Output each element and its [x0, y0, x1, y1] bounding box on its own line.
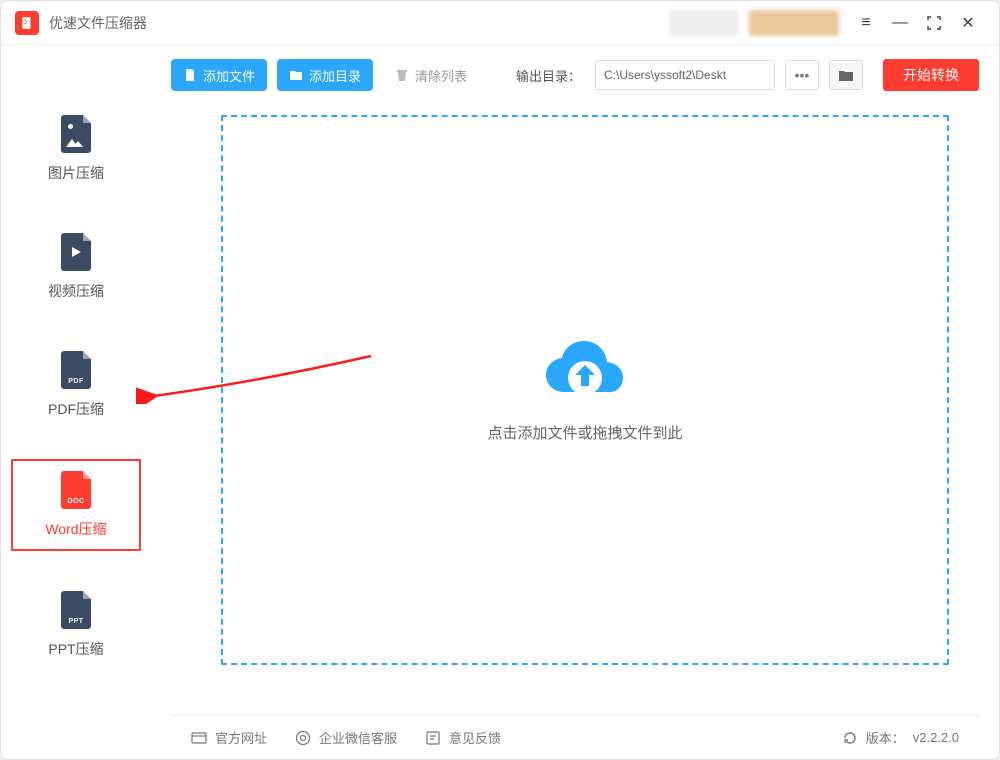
maximize-icon[interactable]: [917, 6, 951, 40]
button-label: 开始转换: [903, 65, 959, 85]
video-file-icon: [61, 233, 91, 271]
file-icon: [183, 68, 197, 82]
output-dir-label: 输出目录：: [516, 66, 581, 85]
footer: 官方网址 企业微信客服 意见反馈 版本： v2.2.2.0: [171, 715, 979, 759]
sidebar: 图片压缩 视频压缩 PDF PDF压缩 DOC Word压缩 PPT PPT压缩: [1, 45, 151, 759]
app-icon: [15, 11, 39, 35]
sidebar-item-label: Word压缩: [45, 519, 106, 539]
minimize-icon[interactable]: —: [883, 6, 917, 40]
toolbar: 添加文件 添加目录 清除列表 输出目录： ••• 开始转换: [171, 45, 979, 105]
doc-file-icon: DOC: [61, 471, 91, 509]
sidebar-item-pdf[interactable]: PDF PDF压缩: [11, 341, 141, 429]
more-button[interactable]: •••: [785, 60, 819, 90]
dropzone[interactable]: 点击添加文件或拖拽文件到此: [221, 115, 949, 665]
sidebar-item-video[interactable]: 视频压缩: [11, 223, 141, 311]
version-label: 版本：: [866, 728, 905, 747]
folder-open-icon: [838, 68, 854, 82]
footer-label: 官方网址: [215, 728, 267, 747]
clear-list-button[interactable]: 清除列表: [383, 59, 479, 91]
user-area-2: [749, 10, 839, 36]
cloud-upload-icon: [542, 338, 628, 402]
user-area-1: [669, 10, 739, 36]
footer-feedback-link[interactable]: 意见反馈: [425, 728, 501, 747]
app-title: 优速文件压缩器: [49, 13, 147, 33]
image-file-icon: [61, 115, 91, 153]
button-label: 清除列表: [415, 66, 467, 85]
footer-label: 企业微信客服: [319, 728, 397, 747]
footer-version[interactable]: 版本： v2.2.2.0: [842, 728, 959, 747]
button-label: 添加文件: [203, 66, 255, 85]
feedback-icon: [425, 730, 441, 746]
dropzone-text: 点击添加文件或拖拽文件到此: [487, 422, 682, 443]
sidebar-item-image[interactable]: 图片压缩: [11, 105, 141, 193]
refresh-icon: [842, 730, 858, 746]
sidebar-item-label: PDF压缩: [48, 399, 104, 419]
button-label: 添加目录: [309, 66, 361, 85]
ppt-file-icon: PPT: [61, 591, 91, 629]
trash-icon: [395, 68, 409, 82]
start-convert-button[interactable]: 开始转换: [883, 59, 979, 91]
sidebar-item-word[interactable]: DOC Word压缩: [11, 459, 141, 551]
footer-support-link[interactable]: 企业微信客服: [295, 728, 397, 747]
add-folder-button[interactable]: 添加目录: [277, 59, 373, 91]
open-folder-button[interactable]: [829, 60, 863, 90]
sidebar-item-label: 图片压缩: [48, 163, 104, 183]
add-file-button[interactable]: 添加文件: [171, 59, 267, 91]
footer-website-link[interactable]: 官方网址: [191, 728, 267, 747]
sidebar-item-label: 视频压缩: [48, 281, 104, 301]
close-icon[interactable]: ✕: [951, 6, 985, 40]
sidebar-item-label: PPT压缩: [48, 639, 103, 659]
app-window: 优速文件压缩器 ≡ — ✕ 图片压缩 视频压缩 PDF PDF压缩: [0, 0, 1000, 760]
output-path-input[interactable]: [595, 60, 775, 90]
support-icon: [295, 730, 311, 746]
titlebar: 优速文件压缩器 ≡ — ✕: [1, 1, 999, 45]
footer-label: 意见反馈: [449, 728, 501, 747]
folder-icon: [289, 68, 303, 82]
sidebar-item-ppt[interactable]: PPT PPT压缩: [11, 581, 141, 669]
pdf-file-icon: PDF: [61, 351, 91, 389]
version-value: v2.2.2.0: [913, 730, 959, 745]
menu-icon[interactable]: ≡: [849, 6, 883, 40]
globe-icon: [191, 730, 207, 746]
main-panel: 添加文件 添加目录 清除列表 输出目录： ••• 开始转换: [151, 45, 999, 759]
